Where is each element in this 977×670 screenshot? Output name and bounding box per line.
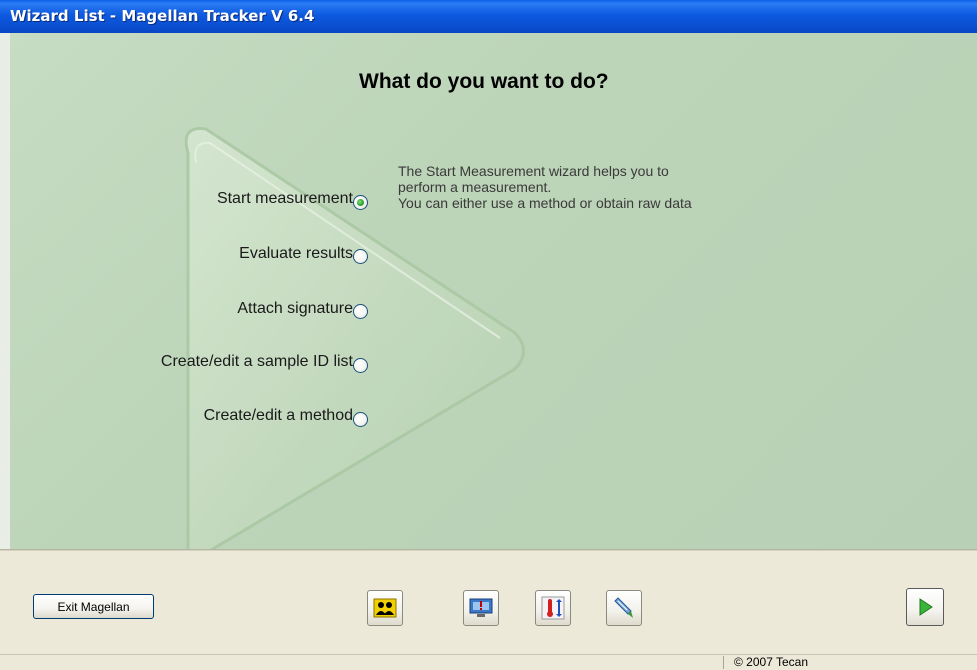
description-line-2: perform a measurement.	[398, 179, 552, 195]
page-heading: What do you want to do?	[359, 70, 609, 93]
exit-button-label: Exit Magellan	[57, 599, 130, 614]
play-arrow-icon	[919, 598, 933, 616]
radio-sample-id-list[interactable]	[353, 358, 368, 373]
radio-evaluate-results[interactable]	[353, 249, 368, 264]
description-line-3: You can either use a method or obtain ra…	[398, 195, 692, 211]
title-bar: Wizard List - Magellan Tracker V 6.4	[0, 0, 977, 33]
option-label-edit-method[interactable]: Create/edit a method	[204, 407, 353, 425]
temperature-button[interactable]	[535, 590, 571, 626]
status-bar	[0, 654, 977, 670]
window-title: Wizard List - Magellan Tracker V 6.4	[10, 7, 315, 25]
users-button[interactable]	[367, 590, 403, 626]
instrument-control-button[interactable]	[463, 590, 499, 626]
option-label-evaluate-results[interactable]: Evaluate results	[239, 245, 353, 263]
option-description: The Start Measurement wizard helps you t…	[398, 163, 818, 211]
option-label-sample-id-list[interactable]: Create/edit a sample ID list	[161, 353, 353, 371]
copyright-text: © 2007 Tecan	[734, 655, 809, 669]
background-arrow-graphic	[184, 127, 525, 549]
radio-attach-signature[interactable]	[353, 304, 368, 319]
next-button[interactable]	[906, 588, 944, 626]
screen-alert-icon	[469, 598, 493, 617]
status-separator	[723, 656, 724, 669]
pipette-button[interactable]	[606, 590, 642, 626]
option-label-start-measurement[interactable]: Start measurement	[217, 190, 353, 208]
wizard-panel	[10, 33, 977, 549]
pipette-icon	[614, 597, 633, 618]
exit-magellan-button[interactable]: Exit Magellan	[33, 594, 154, 619]
description-line-1: The Start Measurement wizard helps you t…	[398, 163, 669, 179]
radio-edit-method[interactable]	[353, 412, 368, 427]
option-label-attach-signature[interactable]: Attach signature	[237, 300, 353, 318]
thermometer-icon	[541, 596, 565, 620]
users-icon	[373, 598, 397, 618]
radio-start-measurement[interactable]	[353, 195, 368, 210]
left-border	[0, 33, 10, 549]
